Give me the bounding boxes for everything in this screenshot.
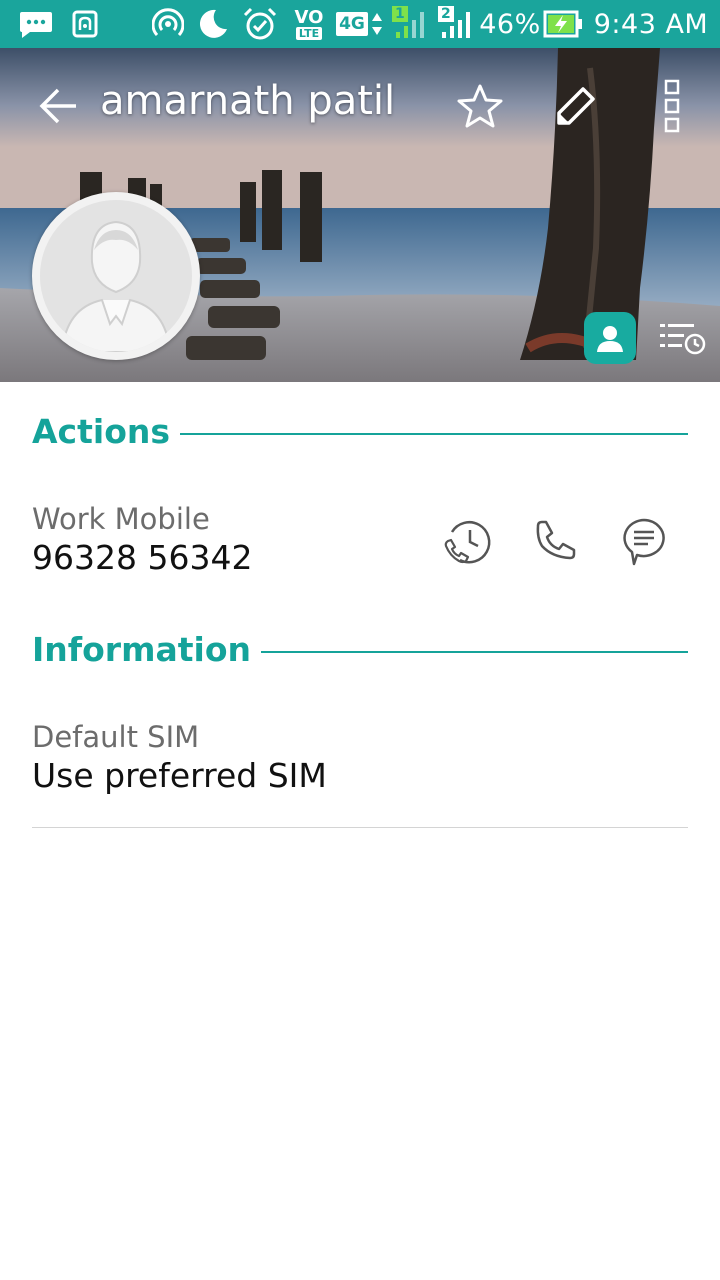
- nfc-icon: [70, 0, 100, 48]
- alarm-icon: [240, 0, 280, 48]
- edit-icon: [557, 87, 595, 125]
- information-divider: [32, 827, 688, 828]
- star-icon: [457, 84, 503, 128]
- volte-icon: VO LTE: [290, 0, 328, 48]
- phone-number[interactable]: 96328 56342: [32, 538, 252, 577]
- call-history-button[interactable]: [656, 318, 708, 358]
- signal-sim1-icon: 1: [390, 0, 430, 48]
- status-bar: VO LTE 4G 1 2 46% 9:43 AM: [0, 0, 720, 48]
- status-time: 9:43 AM: [593, 8, 709, 40]
- message-icon: [623, 518, 665, 566]
- back-button[interactable]: [28, 76, 88, 136]
- default-sim-label: Default SIM: [32, 720, 200, 754]
- volte-top-label: VO: [294, 6, 324, 28]
- 4g-icon: 4G: [334, 0, 386, 48]
- signal-sim2-icon: 2: [436, 0, 476, 48]
- actions-section-rule: [180, 432, 688, 435]
- actions-section-header: Actions: [32, 412, 688, 451]
- battery-charging-icon: [542, 0, 584, 48]
- phone-type-label: Work Mobile: [32, 502, 210, 536]
- contact-name: amarnath patil: [100, 78, 396, 124]
- contact-header: amarnath patil: [0, 48, 720, 382]
- call-history-icon: [660, 324, 706, 355]
- information-section-rule: [260, 650, 688, 653]
- information-section-title: Information: [32, 630, 251, 669]
- contact-card-icon: [597, 326, 623, 352]
- contact-avatar[interactable]: [32, 192, 200, 360]
- information-section-header: Information: [32, 630, 688, 669]
- hotspot-icon: [150, 0, 186, 48]
- battery-percent: 46%: [479, 8, 541, 40]
- back-arrow-icon: [39, 88, 76, 124]
- message-icon: [16, 0, 56, 48]
- favorite-button[interactable]: [450, 78, 510, 134]
- do-not-disturb-icon: [194, 0, 232, 48]
- edit-button[interactable]: [546, 78, 606, 134]
- network-generation-label: 4G: [336, 12, 368, 36]
- default-sim-value[interactable]: Use preferred SIM: [32, 756, 327, 795]
- actions-section-title: Actions: [32, 412, 170, 451]
- more-options-icon: [664, 79, 680, 133]
- person-placeholder-icon: [40, 200, 192, 352]
- call-button[interactable]: [524, 512, 584, 572]
- volte-bottom-label: LTE: [295, 26, 323, 40]
- phone-icon: [536, 520, 576, 560]
- contact-card-button[interactable]: [584, 312, 636, 364]
- send-message-button[interactable]: [614, 512, 674, 572]
- more-options-button[interactable]: [650, 74, 694, 138]
- call-history-icon: [444, 521, 491, 564]
- call-log-button[interactable]: [438, 512, 498, 572]
